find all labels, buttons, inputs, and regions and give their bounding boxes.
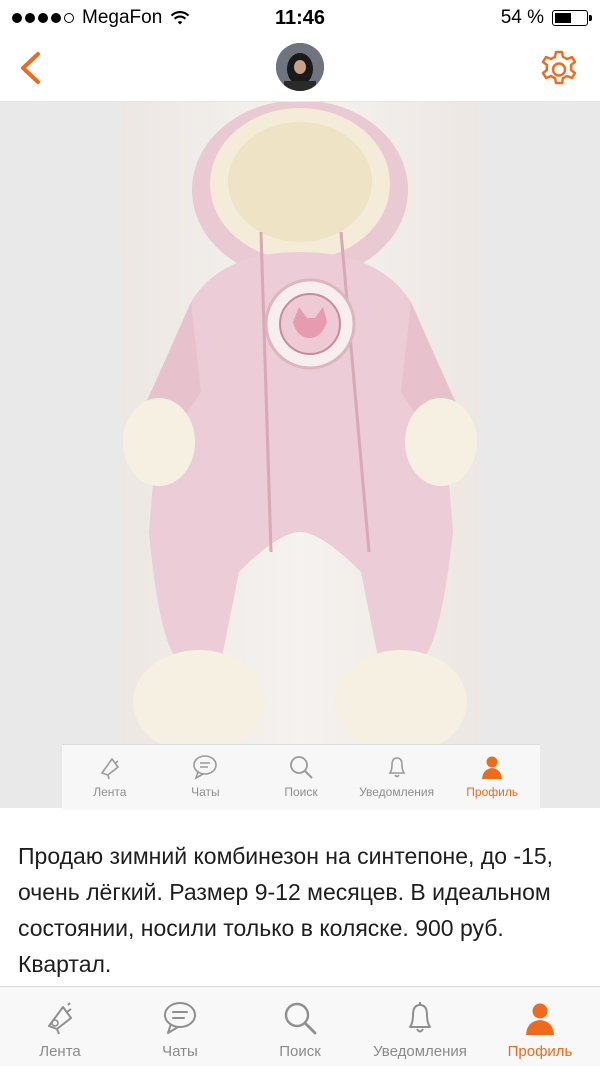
photo-tab-notifications: Уведомления xyxy=(349,745,445,810)
photo-tab-feed: Лента xyxy=(62,745,158,810)
photo-tab-chats: Чаты xyxy=(158,745,254,810)
photo-tab-label: Профиль xyxy=(466,785,519,799)
gear-icon xyxy=(541,50,577,85)
tab-label: Уведомления xyxy=(373,1043,467,1060)
tab-label: Лента xyxy=(39,1043,81,1060)
tab-label: Чаты xyxy=(162,1043,198,1060)
feed-icon xyxy=(48,1002,72,1035)
bell-icon xyxy=(409,1002,431,1033)
tab-notifications[interactable]: Уведомления xyxy=(360,987,480,1066)
search-icon xyxy=(284,1002,317,1035)
chat-icon xyxy=(193,755,218,780)
battery-icon xyxy=(552,10,592,26)
chevron-left-icon xyxy=(21,52,40,84)
tab-profile[interactable]: Профиль xyxy=(480,987,600,1066)
battery-status: 54 % xyxy=(500,7,592,29)
avatar-photo xyxy=(276,43,324,91)
tab-label: Профиль xyxy=(507,1043,573,1060)
bottom-tab-bar: Лента Чаты Поиск Уведомления Профиль xyxy=(0,986,600,1066)
post-description: Продаю зимний комбинезон на синтепоне, д… xyxy=(18,843,554,977)
photo-tab-search: Поиск xyxy=(253,745,349,810)
photo-tab-profile: Профиль xyxy=(444,745,540,810)
settings-button[interactable] xyxy=(536,44,582,90)
tab-label: Поиск xyxy=(279,1043,321,1060)
tab-search[interactable]: Поиск xyxy=(240,987,360,1066)
status-bar: MegaFon 11:46 54 % xyxy=(0,0,600,36)
feed-icon xyxy=(100,758,119,780)
battery-percent: 54 % xyxy=(500,7,544,28)
chat-icon xyxy=(164,1002,196,1034)
tab-feed[interactable]: Лента xyxy=(0,987,120,1066)
profile-icon xyxy=(482,756,503,779)
battery-level xyxy=(555,13,571,23)
photo-tab-label: Лента xyxy=(93,785,127,799)
back-button[interactable] xyxy=(8,46,52,90)
photo-tab-label: Чаты xyxy=(191,785,220,799)
photo-tab-label: Уведомления xyxy=(359,785,435,799)
bell-icon xyxy=(388,757,406,778)
post-photo-area: Лента Чаты Поиск Уведомления Профиль xyxy=(0,102,600,810)
snowsuit-illustration xyxy=(123,102,477,744)
post-photo[interactable] xyxy=(121,102,479,744)
profile-icon xyxy=(526,1003,554,1035)
avatar[interactable] xyxy=(276,43,324,91)
top-navigation-bar xyxy=(0,36,600,102)
photo-tab-label: Поиск xyxy=(284,785,318,799)
tab-chats[interactable]: Чаты xyxy=(120,987,240,1066)
photo-embedded-tabbar: Лента Чаты Поиск Уведомления Профиль xyxy=(62,744,540,810)
search-icon xyxy=(290,756,313,779)
